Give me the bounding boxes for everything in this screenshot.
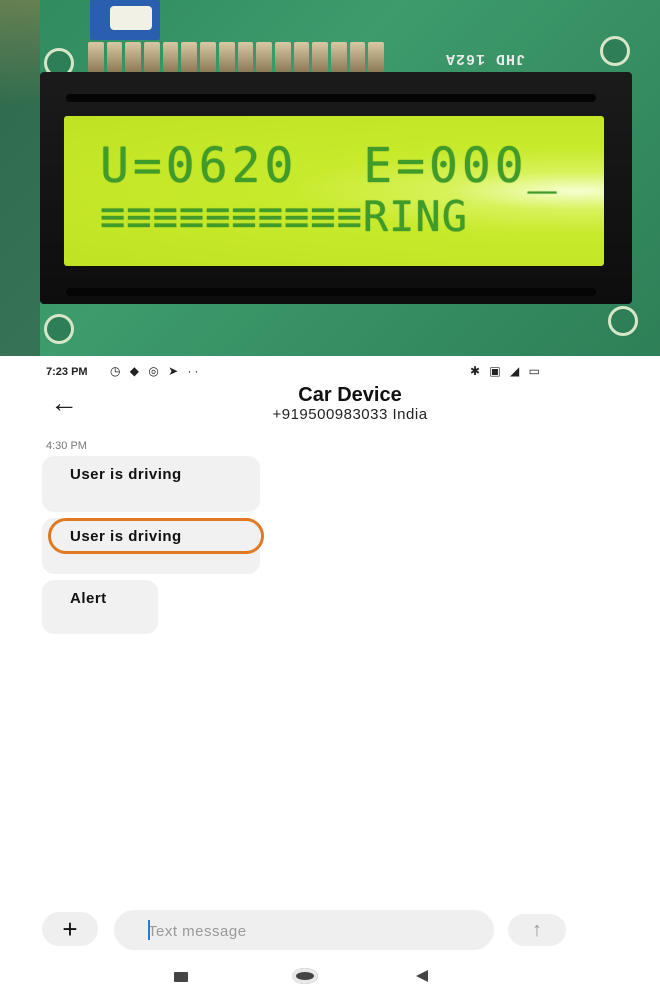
wire (0, 0, 40, 356)
contact-number: +919500983033 India (272, 406, 428, 423)
lcd-model-label: JHD 162A (445, 50, 526, 67)
highlight-circle (48, 518, 264, 554)
system-icons: ✱ ▣ ◢ ▭ (470, 364, 543, 378)
message-timestamp: 4:30 PM (46, 440, 87, 452)
send-button[interactable]: ↑ (508, 914, 566, 946)
message-bubble[interactable]: User is driving (42, 456, 260, 512)
text-cursor (148, 920, 150, 940)
header-pins (88, 42, 384, 72)
message-text: Alert (70, 590, 107, 607)
status-bar: 7:23 PM ◷ ◆ ◎ ➤ ·· ✱ ▣ ◢ ▭ (0, 360, 660, 386)
mount-hole (44, 314, 74, 344)
mount-hole (600, 36, 630, 66)
message-input[interactable] (146, 918, 480, 944)
mount-hole (608, 306, 638, 336)
triangle-left-icon[interactable] (416, 970, 428, 982)
circle-icon[interactable] (292, 968, 318, 984)
attach-button[interactable]: + (42, 912, 98, 946)
plus-icon: + (62, 914, 78, 944)
potentiometer (90, 0, 160, 40)
lcd-photo: JHD 162A U=0620 E=000_ ≡≡≡≡≡≡≡≡≡≡RING (0, 0, 660, 356)
lcd-rail-top (66, 94, 596, 102)
potentiometer-knob (110, 6, 152, 30)
status-time: 7:23 PM (46, 366, 88, 378)
notification-icons: ◷ ◆ ◎ ➤ ·· (110, 364, 202, 378)
message-input-container[interactable] (114, 910, 494, 950)
message-bubble[interactable]: Alert (42, 580, 158, 634)
square-icon[interactable] (174, 972, 188, 982)
lcd-line-1: U=0620 E=000_ (100, 138, 561, 194)
arrow-up-icon: ↑ (532, 919, 542, 941)
lcd-line-2: ≡≡≡≡≡≡≡≡≡≡RING (100, 192, 469, 241)
contact-name: Car Device (298, 384, 402, 406)
message-text: User is driving (70, 466, 182, 483)
lcd-rail-bottom (66, 288, 596, 296)
navigation-bar (0, 962, 660, 984)
